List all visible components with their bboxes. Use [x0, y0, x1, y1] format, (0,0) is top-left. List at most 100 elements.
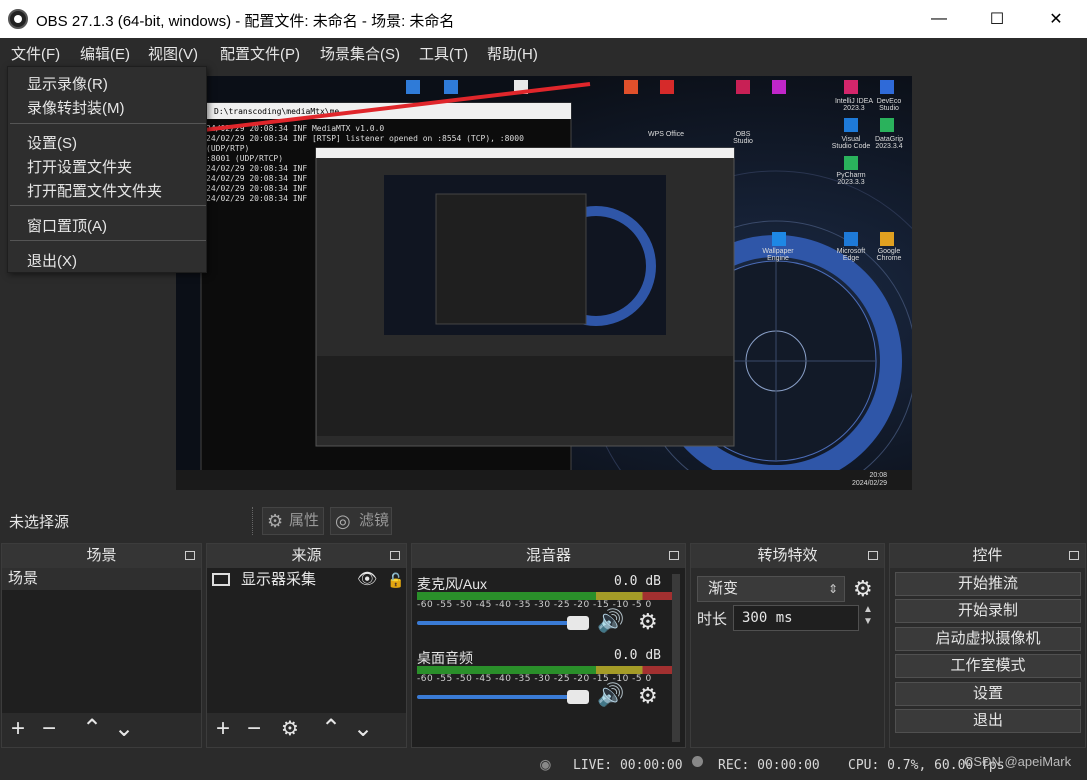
gear-icon[interactable]: ⚙: [853, 576, 873, 602]
controls-title: 控件: [972, 547, 1003, 564]
menu-item-settings[interactable]: 设置(S): [27, 132, 77, 153]
gear-icon[interactable]: ⚙: [638, 609, 658, 635]
controls-panel: 控件 开始推流 开始录制 启动虚拟摄像机 工作室模式 设置 退出: [889, 543, 1086, 748]
menu-file[interactable]: 文件(F): [11, 43, 60, 64]
menu-tools[interactable]: 工具(T): [419, 43, 468, 64]
dock-float-icon[interactable]: [669, 551, 679, 560]
list-item[interactable]: 场景: [2, 568, 201, 590]
desktop-icon-label: Wallpaper Engine: [762, 248, 794, 262]
mixer-title: 混音器: [525, 547, 571, 564]
menu-edit[interactable]: 编辑(E): [80, 43, 130, 64]
menu-view[interactable]: 视图(V): [148, 43, 198, 64]
menu-item-exit[interactable]: 退出(X): [27, 250, 77, 271]
studio-mode-button[interactable]: 工作室模式: [895, 654, 1081, 678]
add-scene-button[interactable]: +: [11, 717, 25, 741]
menu-scene-collection[interactable]: 场景集合(S): [320, 43, 400, 64]
scenes-panel: 场景 场景 + − ⌃ ⌄: [1, 543, 202, 748]
move-up-button[interactable]: ⌃: [82, 717, 102, 741]
menu-separator: [10, 240, 206, 241]
transitions-header: 转场特效: [691, 544, 884, 568]
filters-button[interactable]: ◎ 滤镜: [330, 507, 392, 535]
volume-slider-thumb[interactable]: [567, 690, 589, 704]
list-item[interactable]: 显示器采集 👁 🔓: [207, 568, 406, 592]
start-recording-button[interactable]: 开始录制: [895, 599, 1081, 623]
terminal-line: 24/02/29 20:08:34 INF [RTSP] listener op…: [206, 134, 524, 153]
menu-profile[interactable]: 配置文件(P): [220, 43, 300, 64]
start-streaming-button[interactable]: 开始推流: [895, 572, 1081, 596]
channel-db: 0.0 dB: [614, 574, 661, 589]
monitor-icon: [212, 573, 230, 586]
properties-button[interactable]: ⚙ 属性: [262, 507, 324, 535]
volume-slider-thumb[interactable]: [567, 616, 589, 630]
eye-icon[interactable]: 👁: [357, 568, 377, 592]
chevron-updown-icon: ⇕: [827, 582, 838, 596]
menu-item-open-profile-folder[interactable]: 打开配置文件文件夹: [27, 180, 162, 201]
duration-label: 时长: [697, 611, 728, 628]
dock-panels: 场景 场景 + − ⌃ ⌄ 来源 显示器采集 👁 🔓 + − ⚙ ⌃ ⌄ 混音器…: [0, 543, 1087, 748]
remove-source-button[interactable]: −: [247, 717, 261, 741]
filter-icon: ◎: [335, 511, 351, 531]
menu-item-open-settings-folder[interactable]: 打开设置文件夹: [27, 156, 132, 177]
move-up-button[interactable]: ⌃: [321, 717, 341, 741]
menu-item-remux-recordings[interactable]: 录像转封装(M): [27, 97, 125, 118]
settings-button[interactable]: 设置: [895, 682, 1081, 706]
dock-float-icon[interactable]: [1069, 551, 1079, 560]
menu-item-show-recordings[interactable]: 显示录像(R): [27, 73, 108, 94]
duration-input[interactable]: 300 ms: [733, 605, 859, 631]
menu-help[interactable]: 帮助(H): [487, 43, 538, 64]
record-dot-icon: [692, 756, 703, 767]
status-bar: ◉ LIVE: 00:00:00 REC: 00:00:00 CPU: 0.7%…: [0, 750, 1087, 780]
scenes-toolbar: + − ⌃ ⌄: [2, 713, 201, 747]
dock-float-icon[interactable]: [185, 551, 195, 560]
sources-list: 显示器采集 👁 🔓: [207, 568, 406, 713]
taskbar-clock: 20:08 2024/02/29: [852, 472, 888, 487]
terminal-line: 24/02/29 20:08:34 INF: [206, 184, 308, 193]
sources-toolbar: + − ⚙ ⌃ ⌄: [207, 713, 406, 747]
terminal-line: 24/02/29 20:08:34 INF: [206, 174, 308, 183]
terminal-line: 24/02/29 20:08:34 INF MediaMTX v1.0.0: [206, 124, 385, 133]
desktop-icon-label: IntelliJ IDEA 2023.3: [834, 98, 874, 112]
desktop-icon-label: DevEco Studio: [876, 98, 902, 112]
lock-icon[interactable]: 🔓: [387, 568, 404, 592]
close-button[interactable]: ✕: [1031, 0, 1081, 38]
maximize-button[interactable]: ☐: [972, 0, 1022, 38]
spin-up-icon[interactable]: ▲ ▼: [863, 604, 873, 628]
volume-slider[interactable]: [417, 695, 587, 699]
terminal-line: 24/02/29 20:08:34 INF: [206, 164, 308, 173]
move-down-button[interactable]: ⌄: [353, 717, 373, 741]
desktop-icon-label: WPS Office: [647, 131, 685, 138]
gear-icon[interactable]: ⚙: [638, 683, 658, 709]
preview-canvas[interactable]: D:\transcoding\mediaMtx\me 24/02/29 20:0…: [176, 76, 912, 490]
remove-scene-button[interactable]: −: [42, 717, 56, 741]
transition-select[interactable]: 渐变 ⇕: [697, 576, 845, 602]
speaker-icon[interactable]: 🔊: [597, 682, 624, 708]
exit-button[interactable]: 退出: [895, 709, 1081, 733]
move-down-button[interactable]: ⌄: [114, 717, 134, 741]
obs-logo-icon: [8, 9, 28, 29]
start-virtual-camera-button[interactable]: 启动虚拟摄像机: [895, 627, 1081, 651]
desktop-icon-label: DataGrip 2023.3.4: [874, 136, 903, 150]
minimize-button[interactable]: —: [914, 0, 964, 38]
no-source-label: 未选择源: [9, 514, 70, 531]
filters-label: 滤镜: [359, 512, 390, 529]
menu-item-always-on-top[interactable]: 窗口置顶(A): [27, 215, 107, 236]
transition-type: 渐变: [708, 580, 739, 597]
volume-slider[interactable]: [417, 621, 587, 625]
transitions-panel: 转场特效 渐变 ⇕ ⚙ 时长 300 ms ▲ ▼: [690, 543, 885, 748]
desktop-icon-label: Google Chrome: [876, 248, 902, 262]
dock-float-icon[interactable]: [390, 551, 400, 560]
channel-name: 桌面音频: [417, 650, 473, 666]
channel-name: 麦克风/Aux: [417, 576, 488, 592]
sources-title: 来源: [291, 547, 322, 564]
speaker-icon[interactable]: 🔊: [597, 608, 624, 634]
live-timer: LIVE: 00:00:00: [573, 758, 683, 773]
sources-panel: 来源 显示器采集 👁 🔓 + − ⚙ ⌃ ⌄: [206, 543, 407, 748]
desktop-icon-label: PyCharm 2023.3.3: [836, 172, 866, 186]
dock-float-icon[interactable]: [868, 551, 878, 560]
source-name: 显示器采集: [241, 571, 317, 588]
add-source-button[interactable]: +: [216, 717, 230, 741]
source-properties-gear-icon[interactable]: ⚙: [281, 717, 299, 741]
menu-separator: [10, 205, 206, 206]
scrollbar[interactable]: [672, 574, 680, 742]
source-toolbar: 未选择源 ⚙ 属性 ◎ 滤镜: [0, 503, 1087, 539]
